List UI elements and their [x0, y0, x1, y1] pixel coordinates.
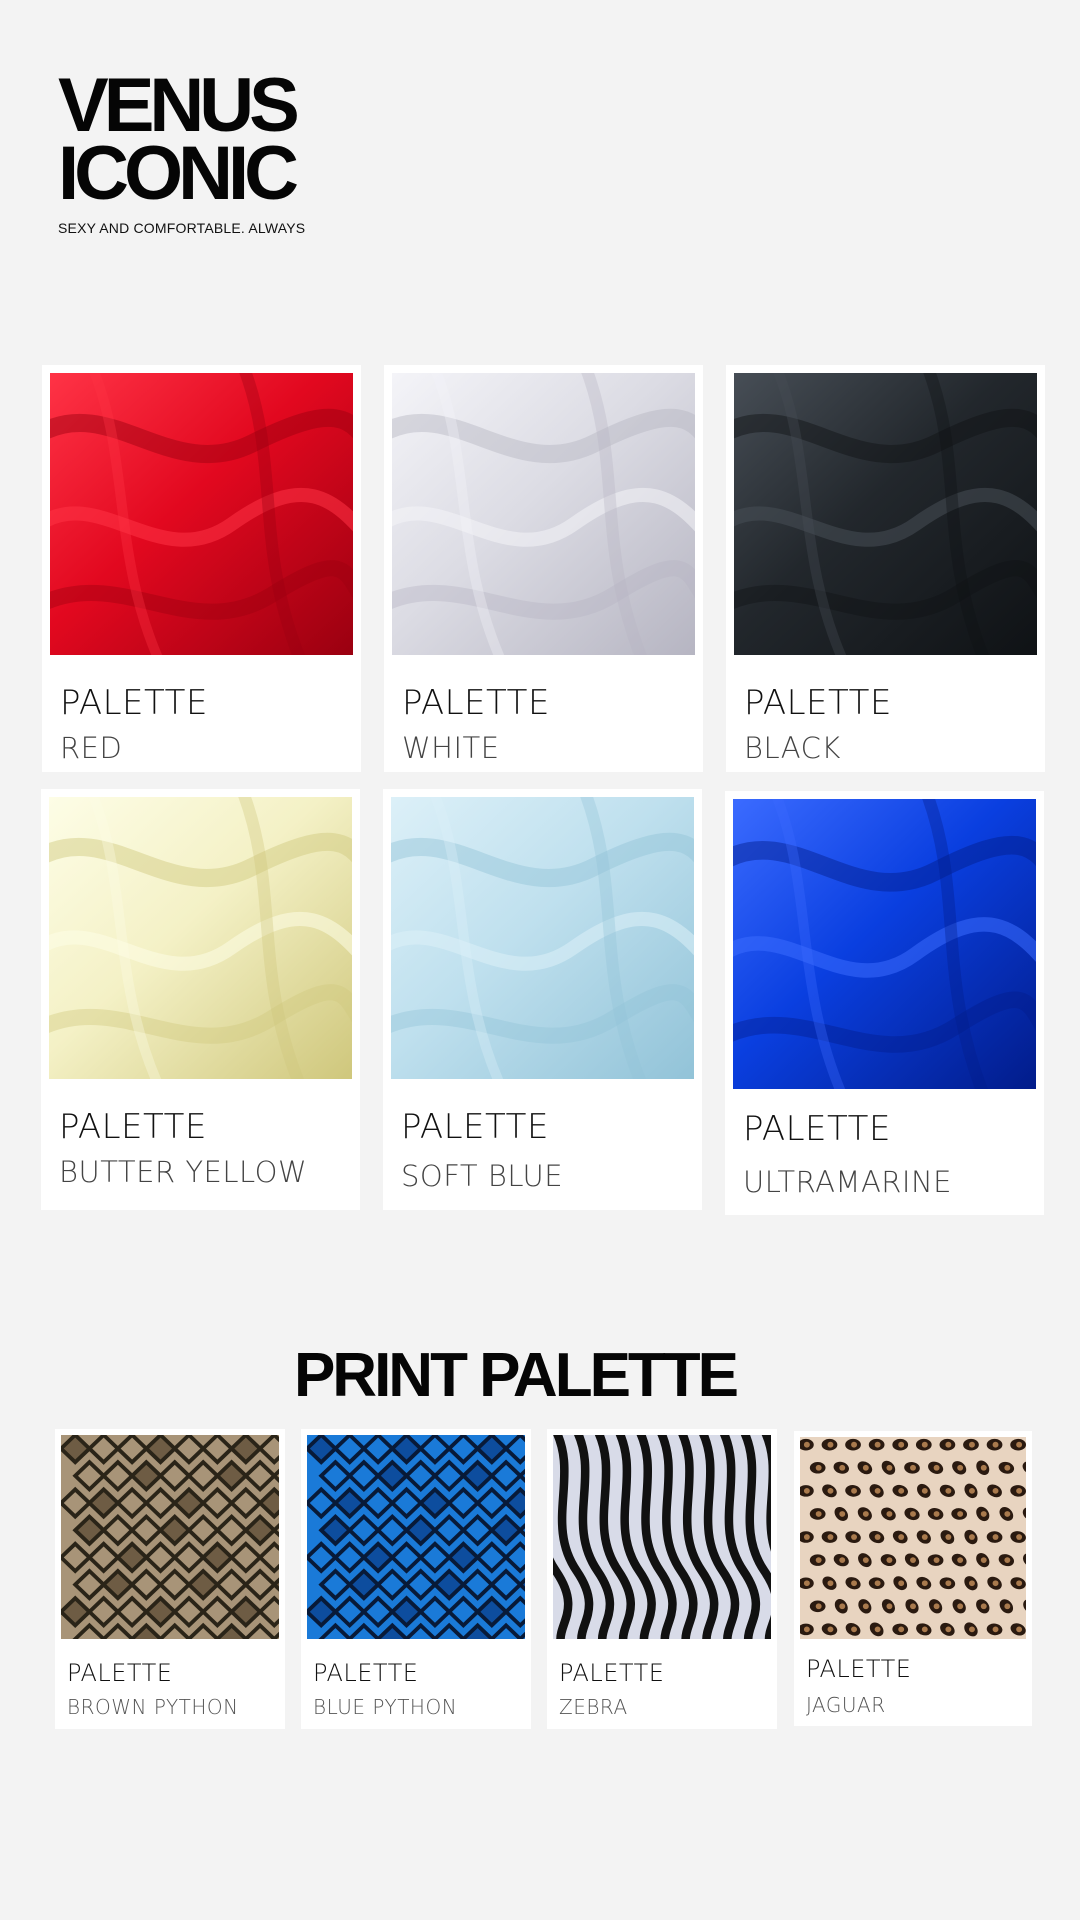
palette-card-title: PALETTE [401, 1107, 549, 1147]
fabric-swatch-butter-yellow [49, 797, 352, 1079]
print-card-title: PALETTE [806, 1655, 912, 1683]
brand-tagline: SEXY AND COMFORTABLE. ALWAYS [58, 220, 306, 236]
fabric-swatch-soft-blue [391, 797, 694, 1079]
palette-card-soft-blue[interactable]: PALETTE SOFT BLUE [383, 789, 702, 1210]
print-card-blue-python[interactable]: PALETTE BLUE PYTHON [301, 1429, 531, 1729]
print-swatch-jaguar [800, 1437, 1026, 1639]
print-swatch-zebra [553, 1435, 771, 1639]
print-card-jaguar[interactable]: PALETTE JAGUAR [794, 1431, 1032, 1726]
palette-card-ultramarine[interactable]: PALETTE ULTRAMARINE [725, 791, 1044, 1215]
palette-card-butter-yellow[interactable]: PALETTE BUTTER YELLOW [41, 789, 360, 1210]
print-card-zebra[interactable]: PALETTE ZEBRA [547, 1429, 777, 1729]
palette-card-title: PALETTE [744, 683, 892, 723]
print-card-title: PALETTE [313, 1659, 419, 1687]
brand-title: VENUS ICONIC [58, 68, 305, 212]
print-palette-heading: PRINT PALETTE [293, 1341, 739, 1410]
palette-card-black[interactable]: PALETTE BLACK [726, 365, 1045, 772]
print-card-title: PALETTE [67, 1659, 173, 1687]
palette-card-name: WHITE [402, 731, 500, 765]
palette-card-name: BLACK [744, 731, 841, 765]
palette-card-name: SOFT BLUE [401, 1159, 564, 1193]
print-card-brown-python[interactable]: PALETTE BROWN PYTHON [55, 1429, 285, 1729]
fabric-swatch-black [734, 373, 1037, 655]
print-swatch-blue-python [307, 1435, 525, 1639]
palette-card-title: PALETTE [60, 683, 208, 723]
print-card-name: ZEBRA [559, 1695, 628, 1719]
palette-card-title: PALETTE [59, 1107, 207, 1147]
palette-card-name: BUTTER YELLOW [59, 1155, 308, 1189]
palette-card-name: ULTRAMARINE [743, 1165, 952, 1199]
palette-card-name: RED [60, 731, 123, 765]
print-card-name: BLUE PYTHON [313, 1695, 458, 1719]
print-card-title: PALETTE [559, 1659, 665, 1687]
palette-card-white[interactable]: PALETTE WHITE [384, 365, 703, 772]
fabric-swatch-white [392, 373, 695, 655]
print-card-name: JAGUAR [806, 1693, 886, 1717]
palette-card-red[interactable]: PALETTE RED [42, 365, 361, 772]
print-card-name: BROWN PYTHON [67, 1695, 239, 1719]
brand-title-line2: ICONIC [58, 131, 299, 216]
brand-block: VENUS ICONIC SEXY AND COMFORTABLE. ALWAY… [58, 68, 306, 237]
print-swatch-brown-python [61, 1435, 279, 1639]
palette-card-title: PALETTE [402, 683, 550, 723]
fabric-swatch-ultramarine [733, 799, 1036, 1089]
fabric-swatch-red [50, 373, 353, 655]
palette-card-title: PALETTE [743, 1109, 891, 1149]
